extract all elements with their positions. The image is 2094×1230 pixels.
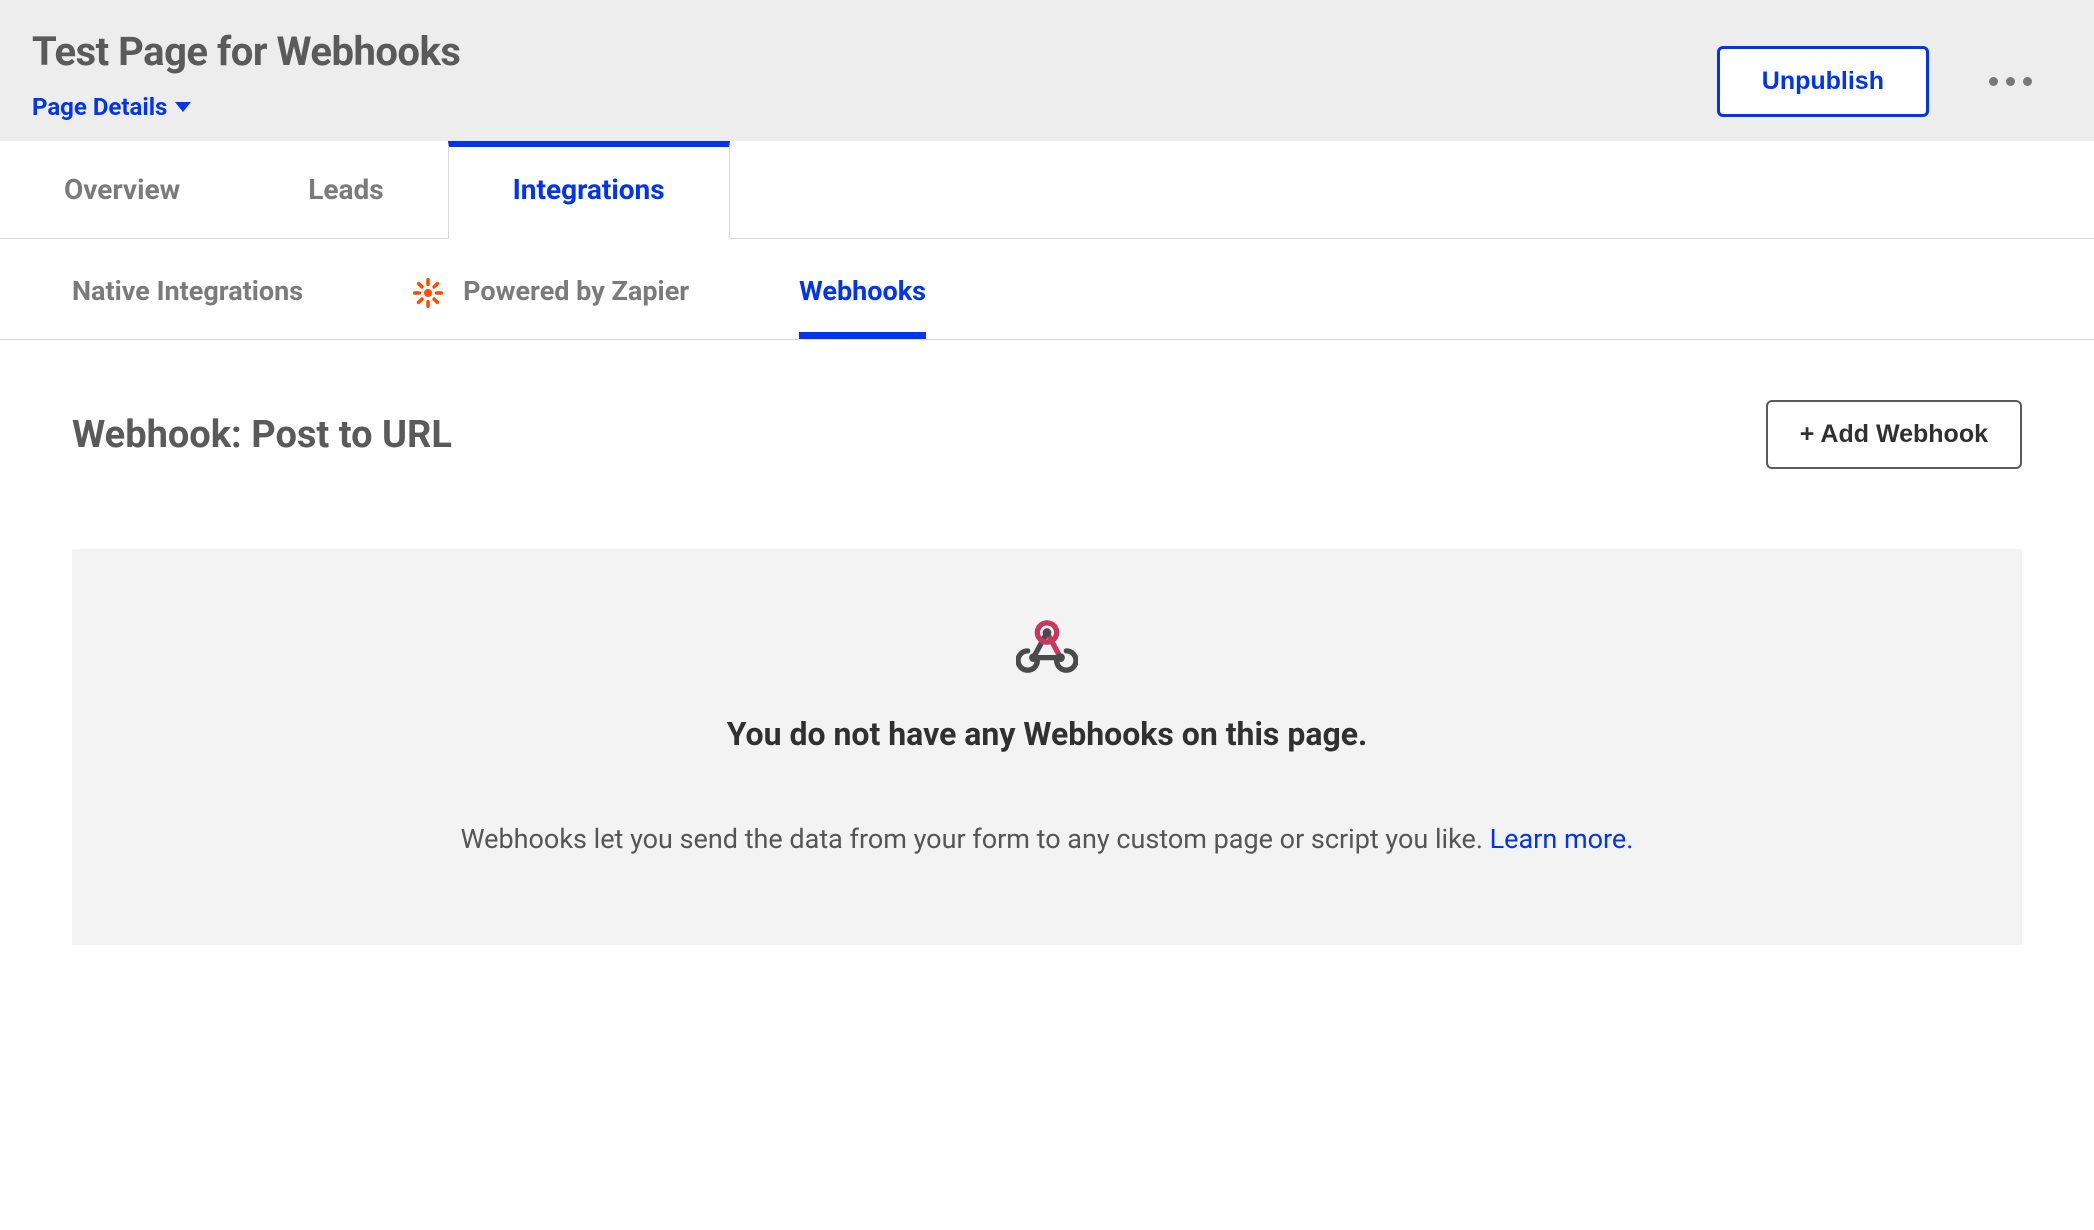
subtab-webhooks[interactable]: Webhooks bbox=[799, 275, 926, 339]
tab-integrations[interactable]: Integrations bbox=[448, 141, 730, 239]
ellipsis-icon bbox=[2023, 77, 2032, 86]
empty-state-heading: You do not have any Webhooks on this pag… bbox=[112, 715, 1982, 753]
page-title: Test Page for Webhooks bbox=[32, 28, 460, 75]
caret-down-icon bbox=[175, 102, 191, 112]
more-options-button[interactable] bbox=[1979, 67, 2042, 96]
primary-tabs: Overview Leads Integrations bbox=[0, 141, 2094, 239]
header-left: Test Page for Webhooks Page Details bbox=[32, 28, 460, 121]
ellipsis-icon bbox=[1989, 77, 1998, 86]
page-details-dropdown[interactable]: Page Details bbox=[32, 93, 460, 121]
content-area: Webhook: Post to URL + Add Webhook You d… bbox=[0, 340, 2094, 1005]
webhook-icon bbox=[1016, 619, 1078, 675]
ellipsis-icon bbox=[2006, 77, 2015, 86]
subtab-label: Powered by Zapier bbox=[463, 275, 689, 307]
add-webhook-button[interactable]: + Add Webhook bbox=[1766, 400, 2022, 469]
empty-state-description: Webhooks let you send the data from your… bbox=[112, 823, 1982, 855]
page-details-label: Page Details bbox=[32, 93, 167, 121]
subtab-native-integrations[interactable]: Native Integrations bbox=[72, 275, 303, 339]
tab-overview[interactable]: Overview bbox=[0, 141, 244, 238]
page-header: Test Page for Webhooks Page Details Unpu… bbox=[0, 0, 2094, 141]
empty-state-panel: You do not have any Webhooks on this pag… bbox=[72, 549, 2022, 945]
content-header: Webhook: Post to URL + Add Webhook bbox=[72, 400, 2022, 469]
empty-description-text: Webhooks let you send the data from your… bbox=[461, 823, 1490, 855]
secondary-tabs: Native Integrations Powered by Zapier We… bbox=[0, 239, 2094, 340]
unpublish-button[interactable]: Unpublish bbox=[1717, 46, 1929, 117]
zapier-icon bbox=[413, 278, 443, 308]
subtab-powered-by-zapier[interactable]: Powered by Zapier bbox=[413, 275, 689, 339]
learn-more-link[interactable]: Learn more. bbox=[1490, 823, 1634, 855]
tab-leads[interactable]: Leads bbox=[244, 141, 447, 238]
header-right: Unpublish bbox=[1717, 28, 2062, 117]
section-title: Webhook: Post to URL bbox=[72, 413, 452, 457]
